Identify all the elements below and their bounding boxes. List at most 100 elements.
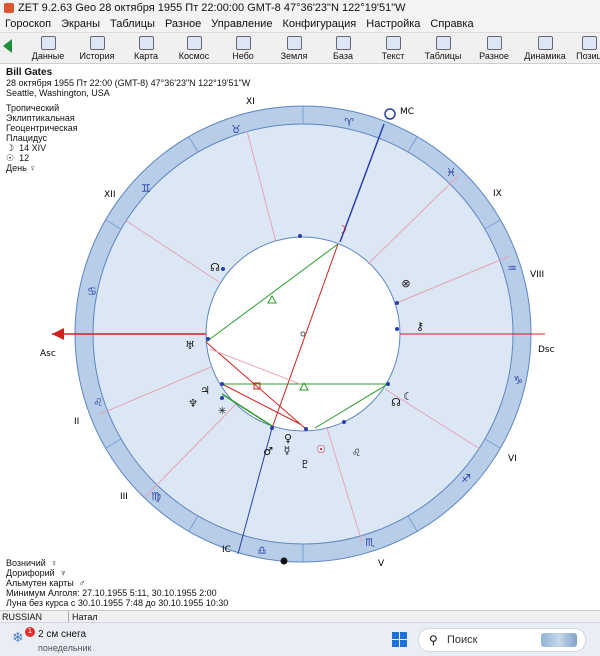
chart-area: Bill Gates 28 октября 1955 Пт 22:00 (GMT… bbox=[0, 64, 600, 610]
mars-icon: ♂ bbox=[78, 578, 86, 588]
chart-footer: Возничий ♀ Дорифорий ♆ Альмутен карты ♂ … bbox=[6, 558, 228, 608]
search-icon: ⚲ bbox=[429, 633, 438, 647]
dynamics-icon bbox=[537, 36, 553, 50]
toolbar-misc-button[interactable]: Разное bbox=[474, 35, 514, 62]
taurus-icon: ♉ bbox=[231, 123, 241, 136]
toolbar-data-button[interactable]: Данные bbox=[28, 35, 68, 62]
jupiter-icon: ♃ bbox=[200, 384, 210, 397]
neptune-icon: ♆ bbox=[59, 568, 67, 578]
neptune-icon: ♆ bbox=[188, 397, 198, 410]
weather-text: 2 см снега bbox=[38, 629, 87, 640]
toolbar-chart-button[interactable]: Карта bbox=[128, 35, 164, 62]
cancer-icon: ♋ bbox=[87, 285, 97, 298]
toolbar: Данные История Карта Космос Небо Земля Б… bbox=[0, 33, 600, 64]
north-node-icon: ☊ bbox=[210, 261, 220, 274]
history-icon bbox=[89, 36, 105, 50]
scorpio-icon: ♏ bbox=[365, 536, 375, 549]
database-icon bbox=[335, 36, 351, 50]
mercury-icon: ☿ bbox=[284, 444, 291, 457]
menu-configuration[interactable]: Конфигурация bbox=[277, 16, 361, 32]
sky-icon bbox=[235, 36, 251, 50]
house-3-label: III bbox=[120, 492, 128, 502]
pluto-icon: ♇ bbox=[300, 458, 310, 471]
chiron-icon: ⚷ bbox=[416, 320, 424, 333]
cosmos-icon bbox=[186, 36, 202, 50]
menu-settings[interactable]: Настройка bbox=[361, 16, 425, 32]
dsc-label: Dsc bbox=[538, 345, 555, 355]
void-moon-row: Луна без курса с 30.10.1955 7:48 до 30.1… bbox=[6, 598, 229, 608]
toolbar-tables-button[interactable]: Таблицы bbox=[420, 35, 466, 62]
misc-icon bbox=[486, 36, 502, 50]
title-bar: ZET 9.2.63 Geo 28 октября 1955 Пт 22:00:… bbox=[0, 0, 600, 16]
fortune-icon: ⊗ bbox=[401, 277, 410, 290]
house-2-label: II bbox=[74, 417, 79, 427]
mars-icon: ♂ bbox=[263, 445, 273, 458]
taskbar-search[interactable]: ⚲ Поиск bbox=[418, 628, 586, 652]
lilith-icon: ☾ bbox=[403, 390, 413, 403]
app-icon bbox=[4, 3, 14, 13]
mc-label: MC bbox=[400, 107, 414, 117]
virgo-icon: ♍ bbox=[151, 490, 161, 503]
venus-icon: ♀ bbox=[50, 558, 58, 568]
vertex-icon: ✳ bbox=[218, 406, 226, 417]
windows-start-icon[interactable] bbox=[392, 632, 407, 647]
tables-icon bbox=[435, 36, 451, 50]
search-placeholder: Поиск bbox=[447, 634, 478, 646]
window-title: ZET 9.2.63 Geo 28 октября 1955 Пт 22:00:… bbox=[18, 2, 406, 14]
pisces-icon: ♓ bbox=[446, 166, 456, 179]
mc-marker-icon bbox=[384, 108, 396, 120]
house-9-label: IX bbox=[493, 189, 502, 199]
toolbar-cosmos-button[interactable]: Космос bbox=[174, 35, 214, 62]
earth-icon bbox=[286, 36, 302, 50]
aries-icon: ♈ bbox=[344, 116, 354, 129]
gemini-icon: ♊ bbox=[141, 182, 151, 195]
capricorn-icon: ♑ bbox=[513, 374, 523, 387]
house-12-label: XII bbox=[104, 190, 115, 200]
data-icon bbox=[40, 36, 56, 50]
menu-misc[interactable]: Разное bbox=[160, 16, 206, 32]
menu-screens[interactable]: Экраны bbox=[56, 16, 105, 32]
chart-icon bbox=[138, 36, 154, 50]
positions-icon bbox=[581, 36, 597, 50]
node-icon: ♌ bbox=[352, 448, 361, 459]
south-node-icon: ☊ bbox=[391, 396, 401, 409]
uranus-icon: ♅ bbox=[185, 339, 195, 352]
toolbar-sky-button[interactable]: Небо bbox=[224, 35, 262, 62]
back-arrow-icon[interactable] bbox=[3, 39, 12, 53]
doryphory-row: Дорифорий ♆ bbox=[6, 568, 67, 578]
toolbar-positions-button[interactable]: Позиц bbox=[574, 35, 600, 62]
house-5-label: V bbox=[378, 559, 385, 569]
house-11-label: XI bbox=[246, 97, 255, 107]
charioteer-row: Возничий ♀ bbox=[6, 558, 58, 568]
notification-badge: 1 bbox=[25, 627, 35, 637]
asc-arrow-icon bbox=[52, 328, 64, 340]
ic-marker-icon bbox=[280, 557, 288, 565]
ic-label: IC bbox=[222, 545, 231, 555]
toolbar-database-button[interactable]: База bbox=[326, 35, 360, 62]
menu-control[interactable]: Управление bbox=[206, 16, 277, 32]
toolbar-earth-button[interactable]: Земля bbox=[272, 35, 316, 62]
toolbar-text-button[interactable]: Текст bbox=[374, 35, 412, 62]
moon-icon: ☽ bbox=[337, 223, 347, 236]
aquarius-icon: ♒ bbox=[507, 262, 517, 275]
menu-tables[interactable]: Таблицы bbox=[105, 16, 160, 32]
natal-wheel: Asc Dsc MC IC XI XII II III V VI VIII IX… bbox=[40, 97, 555, 569]
asc-label: Asc bbox=[40, 349, 56, 359]
libra-icon: ♎ bbox=[257, 544, 267, 557]
menu-bar: Гороскоп Экраны Таблицы Разное Управление Кон… bbox=[0, 16, 600, 33]
sun-icon: ☉ bbox=[316, 443, 326, 456]
algol-minimum-row: Минимум Алголя: 27.10.1955 5:11, 30.10.1… bbox=[6, 588, 217, 598]
toolbar-dynamics-button[interactable]: Динамика bbox=[522, 35, 568, 62]
house-8-label: VIII bbox=[530, 270, 544, 280]
menu-help[interactable]: Справка bbox=[425, 16, 478, 32]
taskbar: ❄ 1 2 см снега понедельник ⚲ Поиск bbox=[0, 622, 600, 656]
almuten-row: Альмутен карты ♂ bbox=[6, 578, 86, 588]
toolbar-history-button[interactable]: История bbox=[76, 35, 118, 62]
weather-day: понедельник bbox=[38, 643, 92, 653]
sagittarius-icon: ♐ bbox=[461, 472, 471, 485]
text-icon bbox=[385, 36, 401, 50]
menu-horoscope[interactable]: Гороскоп bbox=[0, 16, 56, 32]
leo-icon: ♌ bbox=[93, 396, 103, 409]
house-6-label: VI bbox=[508, 454, 517, 464]
search-highlight-image bbox=[541, 633, 577, 647]
